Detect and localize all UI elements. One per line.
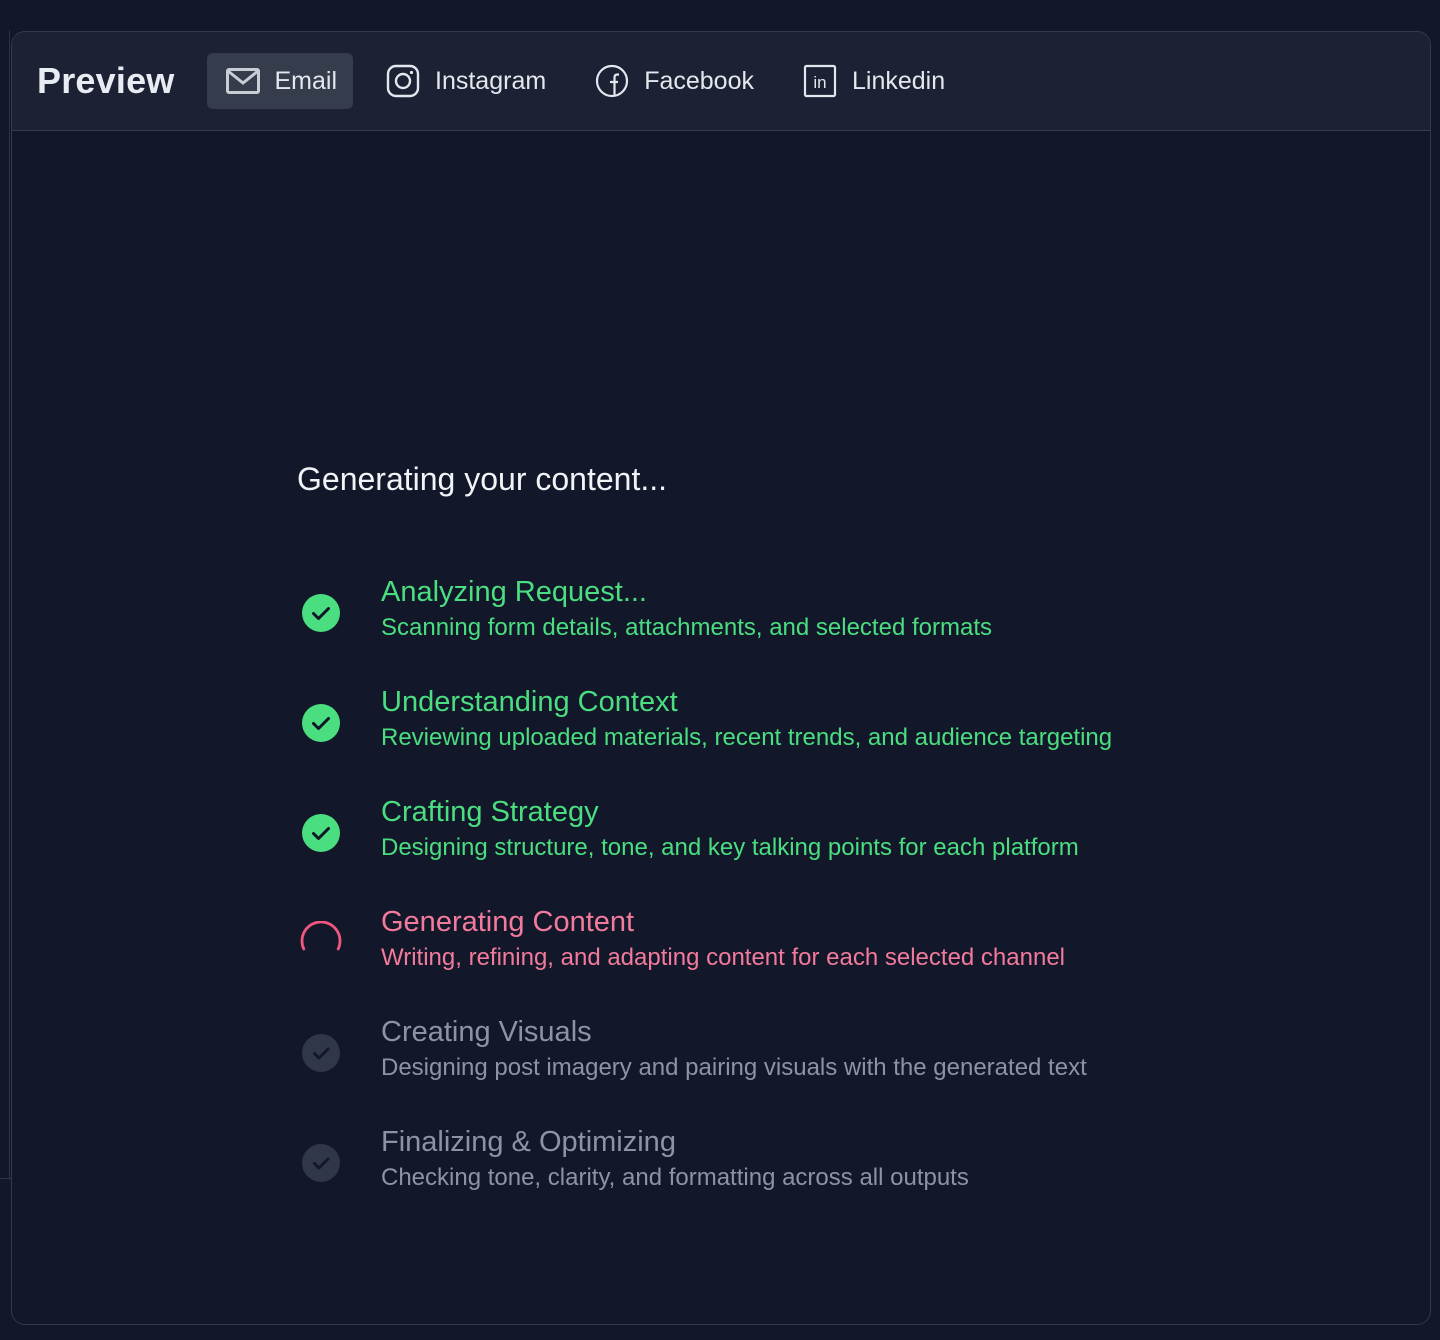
svg-text:in: in bbox=[813, 73, 826, 92]
tab-label: Facebook bbox=[644, 66, 754, 95]
preview-content: Generating your content... Analyzing Req… bbox=[12, 131, 1430, 1323]
loading-spinner-icon bbox=[296, 918, 346, 968]
check-circle-icon bbox=[296, 808, 346, 858]
tab-email[interactable]: Email bbox=[206, 53, 354, 109]
step-description: Writing, refining, and adapting content … bbox=[381, 944, 1065, 971]
step-description: Checking tone, clarity, and formatting a… bbox=[381, 1164, 969, 1191]
step-description: Reviewing uploaded materials, recent tre… bbox=[381, 724, 1113, 751]
preview-header: Preview Email Instagram Facebook in Link… bbox=[12, 32, 1430, 131]
linkedin-icon: in bbox=[802, 63, 838, 99]
step-title: Crafting Strategy bbox=[381, 796, 599, 828]
step-description: Designing structure, tone, and key talki… bbox=[381, 834, 1079, 861]
step-title: Generating Content bbox=[381, 906, 635, 938]
mail-icon bbox=[225, 63, 261, 99]
preview-panel: Preview Email Instagram Facebook in Link… bbox=[11, 31, 1431, 1325]
progress-heading: Generating your content... bbox=[297, 461, 667, 497]
step-description: Scanning form details, attachments, and … bbox=[381, 614, 992, 641]
check-circle-icon bbox=[296, 1028, 346, 1078]
step-title: Finalizing & Optimizing bbox=[381, 1126, 676, 1158]
tab-linkedin[interactable]: in Linkedin bbox=[784, 53, 961, 109]
tab-label: Linkedin bbox=[851, 66, 946, 95]
channel-tabs: Email Instagram Facebook in Linkedin bbox=[206, 53, 976, 109]
step-title: Understanding Context bbox=[381, 686, 678, 718]
check-circle-icon bbox=[296, 1138, 346, 1188]
instagram-icon bbox=[385, 63, 421, 99]
tab-label: Instagram bbox=[435, 66, 547, 95]
check-circle-icon bbox=[296, 698, 346, 748]
page-title: Preview bbox=[37, 60, 175, 101]
step-title: Creating Visuals bbox=[381, 1016, 592, 1048]
step-title: Analyzing Request... bbox=[381, 576, 647, 608]
check-circle-icon bbox=[296, 588, 346, 638]
left-panel-edge bbox=[0, 30, 10, 1180]
facebook-icon bbox=[594, 63, 630, 99]
tab-label: Email bbox=[274, 66, 338, 95]
tab-instagram[interactable]: Instagram bbox=[367, 53, 562, 109]
tab-facebook[interactable]: Facebook bbox=[576, 53, 770, 109]
step-description: Designing post imagery and pairing visua… bbox=[381, 1054, 1087, 1081]
